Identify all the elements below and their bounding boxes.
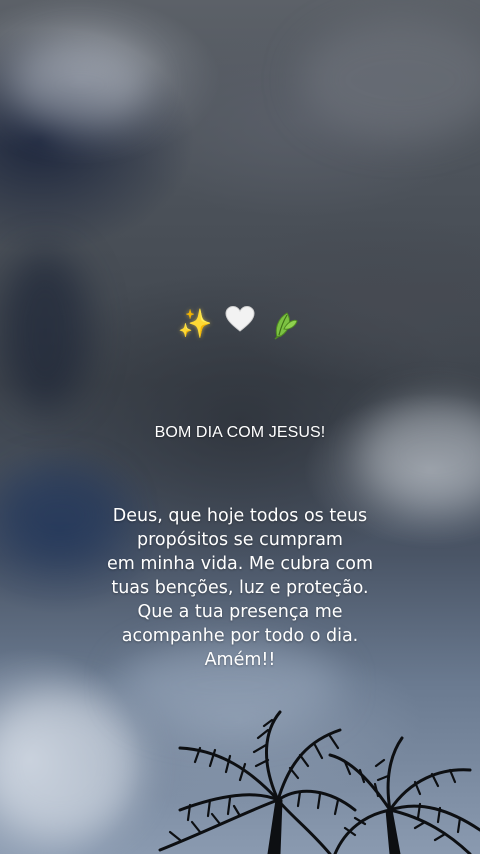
white-heart-icon xyxy=(222,305,258,343)
prayer-line: tuas benções, luz e proteção. xyxy=(111,578,369,598)
sparkles-icon: ✨ xyxy=(177,307,213,340)
cloud xyxy=(0,690,140,840)
palm-tree-silhouette xyxy=(158,710,480,854)
greeting-title: BOM DIA COM JESUS! xyxy=(154,424,326,441)
prayer-line: Deus, que hoje todos os teus xyxy=(112,506,368,526)
cloud xyxy=(10,40,150,130)
prayer-line: Que a tua presença me xyxy=(137,602,343,622)
cloud xyxy=(360,400,480,510)
cloud xyxy=(300,20,480,140)
prayer-line: Amém!! xyxy=(204,650,276,670)
prayer-line: em minha vida. Me cubra com xyxy=(106,554,374,574)
leaf-icon xyxy=(267,305,303,343)
story-canvas: ✨ BOM DIA COM JESUS! Deus, que hoje todo… xyxy=(0,0,480,854)
prayer-line: acompanhe por todo o dia. xyxy=(121,626,359,646)
emoji-row: ✨ xyxy=(0,304,480,343)
prayer-line: propósitos se cumpram xyxy=(137,530,343,550)
prayer-text: Deus, que hoje todos os teus propósitos … xyxy=(40,504,440,672)
